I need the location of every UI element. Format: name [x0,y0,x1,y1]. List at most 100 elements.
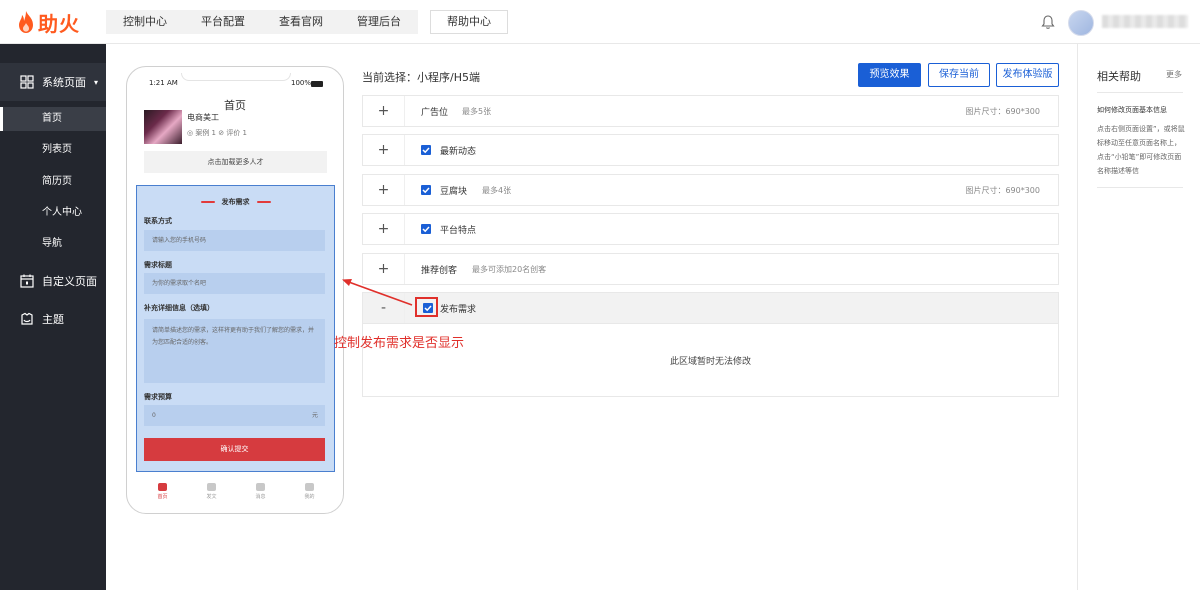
module-hint: 最多5张 [462,107,492,116]
contact-label: 联系方式 [144,217,172,225]
nav-admin[interactable]: 管理后台 [340,10,418,34]
divider [1097,187,1183,188]
check-icon [422,147,430,154]
nav-official-site[interactable]: 查看官网 [262,10,340,34]
nav-control-center[interactable]: 控制中心 [106,10,184,34]
divider [1097,92,1183,93]
sidebar-group-theme[interactable]: 主题 [0,300,106,338]
battery-icon [311,81,323,87]
publish-trial-button[interactable]: 发布体验版 [996,63,1059,87]
module-row-ad[interactable]: + 广告位 最多5张 图片尺寸：690*300 [362,95,1059,127]
module-hint: 最多4张 [482,186,512,195]
flame-icon [19,11,33,33]
module-name: 广告位 [421,108,449,118]
username-blurred[interactable] [1102,15,1188,28]
budget-input[interactable]: 0 元 [144,405,325,426]
preview-button[interactable]: 预览效果 [858,63,921,87]
detail-label: 补充详细信息（选填） [144,304,214,312]
expand-toggle[interactable]: + [363,214,405,244]
sidebar: 系统页面 ▾ 首页 列表页 简历页 个人中心 导航 自定义页面 主题 [0,44,106,590]
sidebar-item-resume[interactable]: 简历页 [0,170,106,194]
module-hint: 最多可添加20名创客 [472,265,547,274]
help-more-link[interactable]: 更多 [1166,69,1182,80]
expand-toggle[interactable]: + [363,96,405,126]
publish-demand-form[interactable]: 发布需求 联系方式 请输入您的手机号码 需求标题 为你的需求取个名吧 补充详细信… [136,185,335,472]
caret-down-icon: ▾ [94,77,99,87]
tab-label: 消息 [255,494,266,500]
top-bar: 助火 控制中心 平台配置 查看官网 管理后台 帮助中心 [0,0,1200,44]
sidebar-item-nav[interactable]: 导航 [0,232,106,256]
brand-name: 助火 [38,11,80,36]
sidebar-group-label: 系统页面 [42,76,86,89]
phone-tab-post[interactable]: 发文 [187,483,236,503]
module-name: 平台特点 [440,226,477,236]
user-icon [305,483,314,491]
expand-toggle[interactable]: + [363,135,405,165]
budget-unit: 元 [311,412,318,419]
phone-battery-text: 100% [291,79,312,87]
sidebar-item-home[interactable]: 首页 [0,107,106,131]
module-expanded-body: 此区域暂时无法修改 [362,324,1059,397]
phone-time: 1:21 AM [149,79,178,87]
sidebar-item-list[interactable]: 列表页 [0,138,106,162]
module-checkbox[interactable] [421,185,431,195]
message-icon [256,483,265,491]
help-article-desc: 点击右侧页面设置”，或将鼠标移动至任意页面名称上，点击“小铅笔”即可修改页面名称… [1097,125,1185,175]
expand-toggle[interactable]: + [363,175,405,205]
post-icon [207,483,216,491]
module-size: 图片尺寸：690*300 [965,107,1040,116]
avatar[interactable] [1068,10,1094,36]
help-center-button[interactable]: 帮助中心 [430,10,508,34]
module-row-tofu[interactable]: + 豆腐块 最多4张 图片尺寸：690*300 [362,174,1059,206]
budget-value: 0 [152,412,156,419]
submit-button[interactable]: 确认提交 [144,438,325,461]
annotation-arrow [342,279,413,306]
detail-textarea[interactable]: 请简单描述您的需求，这样将更有助于我们了解您的需求，并为您匹配合适的创客。 [144,319,325,383]
module-checkbox[interactable] [421,224,431,234]
check-icon [422,187,430,194]
check-icon [422,226,430,233]
sidebar-group-label: 自定义页面 [42,275,97,288]
module-size: 图片尺寸：690*300 [965,186,1040,195]
module-row-makers[interactable]: + 推荐创客 最多可添加20名创客 [362,253,1059,285]
sidebar-group-system-pages[interactable]: 系统页面 ▾ [0,63,106,101]
module-checkbox[interactable] [421,145,431,155]
phone-status-bar: 1:21 AM 100% [127,77,343,91]
phone-tab-messages[interactable]: 消息 [236,483,285,503]
phone-tab-home[interactable]: 首页 [138,483,187,503]
save-button[interactable]: 保存当前 [928,63,990,87]
annotation-text: 控制发布需求是否显示 [334,336,465,351]
sidebar-group-custom-pages[interactable]: 自定义页面 [0,262,106,300]
bell-icon[interactable] [1041,14,1055,30]
layout-icon [20,75,34,89]
contact-input[interactable]: 请输入您的手机号码 [144,230,325,251]
module-row-news[interactable]: + 最新动态 [362,134,1059,166]
profile-name: 电商美工 [187,113,219,122]
nav-platform-config[interactable]: 平台配置 [184,10,262,34]
logo[interactable]: 助火 [16,9,80,36]
form-heading-text: 发布需求 [221,198,250,206]
load-more-button[interactable]: 点击加载更多人才 [144,151,327,173]
form-heading: 发布需求 [137,197,334,207]
tab-label: 首页 [157,494,168,500]
budget-label: 需求预算 [144,393,172,401]
tab-label: 我的 [304,494,315,500]
phone-preview: 1:21 AM 100% 首页 电商美工 ◎ 案例 1 ⊘ 评价 1 点击加载更… [126,66,344,514]
calendar-icon [20,274,34,288]
help-article-title[interactable]: 如何修改页面基本信息 [1097,105,1193,115]
sidebar-item-profile[interactable]: 个人中心 [0,201,106,225]
module-row-features[interactable]: + 平台特点 [362,213,1059,245]
profile-meta: ◎ 案例 1 ⊘ 评价 1 [187,129,248,137]
module-name: 最新动态 [440,147,477,157]
readonly-message: 此区域暂时无法修改 [669,357,751,367]
module-name: 发布需求 [440,305,477,315]
sidebar-group-label: 主题 [42,313,64,326]
home-icon [158,483,167,491]
phone-tab-me[interactable]: 我的 [285,483,334,503]
help-panel: 相关帮助 更多 如何修改页面基本信息 点击右侧页面设置”，或将鼠标移动至任意页面… [1077,44,1200,590]
help-title: 相关帮助 [1097,70,1141,83]
demand-title-input[interactable]: 为你的需求取个名吧 [144,273,325,294]
current-selection: 当前选择：小程序/H5端 [362,71,480,84]
top-nav: 控制中心 平台配置 查看官网 管理后台 [106,10,418,34]
module-row-publish-demand[interactable]: - 发布需求 [362,292,1059,324]
